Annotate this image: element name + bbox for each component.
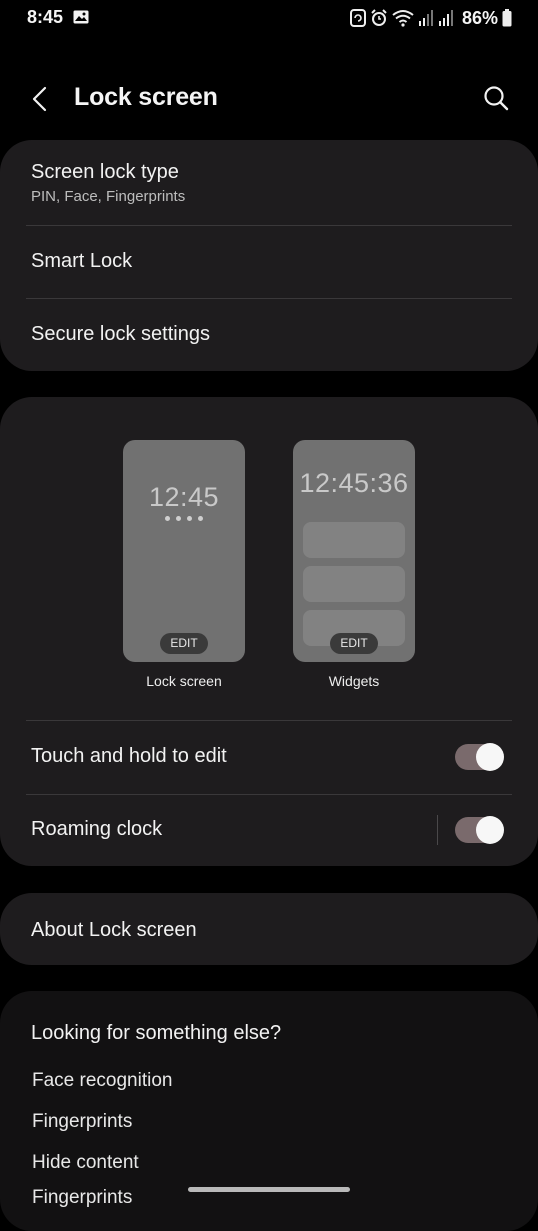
touch-hold-row[interactable]: Touch and hold to edit <box>0 721 538 793</box>
security-card: Screen lock type PIN, Face, Fingerprints… <box>0 140 538 371</box>
alarm-icon <box>371 9 387 26</box>
suggestion-link[interactable]: Face recognition <box>32 1070 172 1092</box>
screen-lock-type-subtitle: PIN, Face, Fingerprints <box>31 188 186 205</box>
signal-icon <box>418 10 433 26</box>
touch-hold-toggle[interactable] <box>455 743 504 771</box>
widget-placeholder <box>303 566 405 602</box>
recycle-notification-icon <box>349 9 366 27</box>
lock-screen-preview[interactable]: 12:45 EDIT <box>123 440 245 662</box>
secure-lock-settings-row[interactable]: Secure lock settings <box>0 299 538 371</box>
widgets-edit-button[interactable]: EDIT <box>330 633 378 654</box>
suggestion-link[interactable]: Fingerprints <box>32 1187 132 1209</box>
roaming-clock-row[interactable]: Roaming clock <box>0 795 538 865</box>
search-icon[interactable] <box>482 84 510 112</box>
wifi-icon <box>392 10 414 27</box>
widgets-preview-clock: 12:45:36 <box>299 468 409 498</box>
suggestions-card: Looking for something else? Face recogni… <box>0 991 538 1231</box>
lock-screen-edit-button[interactable]: EDIT <box>160 633 208 654</box>
widgets-preview[interactable]: 12:45:36 EDIT <box>293 440 415 662</box>
battery-percent: 86% <box>461 7 498 28</box>
about-lock-screen: About Lock screen <box>31 919 197 941</box>
gallery-notification-icon <box>73 10 89 24</box>
suggestions-heading: Looking for something else? <box>31 1022 282 1044</box>
widgets-preview-label: Widgets <box>328 673 380 689</box>
status-bar: 8:45 86% <box>0 0 538 36</box>
roaming-clock-label: Roaming clock <box>31 818 163 840</box>
app-bar: Lock screen <box>0 70 538 126</box>
pin-dots <box>123 516 245 521</box>
touch-hold-label: Touch and hold to edit <box>31 745 227 767</box>
signal-icon-2 <box>438 10 453 26</box>
lock-preview-clock: 12:45 <box>148 482 220 512</box>
battery-icon <box>502 9 512 27</box>
secure-lock-settings-title: Secure lock settings <box>31 323 210 345</box>
preview-card: 12:45 EDIT Lock screen 12:45:36 EDIT Wid… <box>0 397 538 866</box>
status-time: 8:45 <box>27 7 64 27</box>
lock-screen-preview-label: Lock screen <box>146 673 222 689</box>
smart-lock-title: Smart Lock <box>31 250 133 272</box>
roaming-clock-toggle[interactable] <box>455 816 504 844</box>
vertical-divider <box>437 815 438 845</box>
about-card[interactable]: About Lock screen <box>0 893 538 965</box>
widget-placeholder <box>303 522 405 558</box>
screen-lock-type-title: Screen lock type <box>31 161 179 183</box>
page-title: Lock screen <box>74 83 218 111</box>
smart-lock-row[interactable]: Smart Lock <box>0 226 538 298</box>
screen-lock-type-row[interactable]: Screen lock type PIN, Face, Fingerprints <box>0 140 538 226</box>
suggestion-link[interactable]: Fingerprints <box>32 1111 132 1133</box>
back-icon[interactable] <box>26 84 56 114</box>
suggestion-link[interactable]: Hide content <box>32 1152 139 1174</box>
status-icons: 86% <box>349 7 512 29</box>
home-indicator[interactable] <box>188 1187 350 1192</box>
